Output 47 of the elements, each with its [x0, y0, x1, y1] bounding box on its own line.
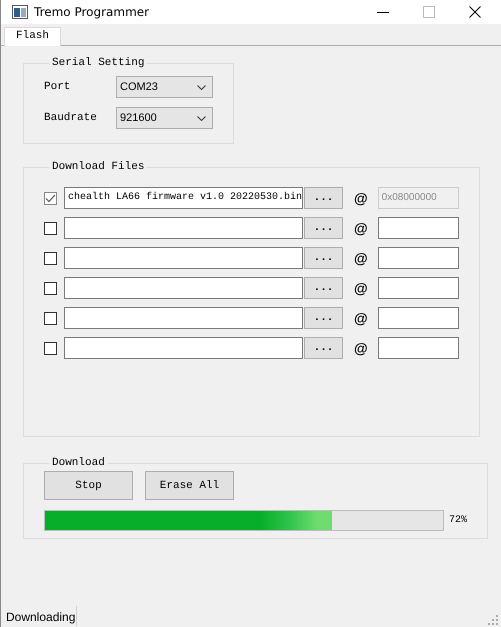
field-label: Port [44, 81, 72, 93]
action-button[interactable]: Stop [44, 471, 133, 500]
action-button[interactable]: Erase All [145, 471, 234, 500]
file-path-field[interactable] [64, 247, 303, 269]
group-title: Download Files [51, 161, 146, 173]
browse-button[interactable]: ... [304, 337, 343, 359]
file-path-field[interactable] [64, 307, 303, 329]
address-field[interactable] [378, 247, 459, 269]
browse-button[interactable]: ... [304, 187, 343, 209]
checkbox[interactable] [44, 192, 57, 204]
at-sign: @ [354, 340, 368, 356]
address-field[interactable] [378, 337, 459, 359]
progress-percent: 72% [449, 515, 468, 526]
dropdown[interactable]: 921600 [116, 107, 213, 129]
chevron-down-icon [197, 116, 206, 120]
tab[interactable]: Flash [4, 27, 62, 46]
group-title: Serial Setting [51, 57, 146, 69]
window-title: Tremo Programmer [34, 5, 150, 19]
app-icon [12, 5, 28, 19]
browse-button[interactable]: ... [304, 277, 343, 299]
address-field[interactable] [378, 217, 459, 239]
checkbox[interactable] [44, 342, 57, 354]
checkbox[interactable] [44, 282, 57, 294]
file-path-field[interactable] [64, 337, 303, 359]
close-icon[interactable] [469, 6, 481, 18]
browse-button[interactable]: ... [304, 307, 343, 329]
chevron-down-icon [197, 84, 206, 90]
resize-grip-icon[interactable] [488, 615, 498, 625]
checkbox[interactable] [44, 222, 57, 234]
file-path-field[interactable] [64, 217, 303, 239]
group-title: Download [51, 457, 106, 469]
file-path-field[interactable] [64, 277, 303, 299]
status-text: Downloading [1, 606, 78, 626]
at-sign: @ [354, 220, 368, 236]
at-sign: @ [354, 250, 368, 266]
address-field[interactable] [378, 277, 459, 299]
dropdown[interactable]: COM23 [116, 76, 213, 98]
checkbox[interactable] [44, 252, 57, 264]
address-field[interactable] [378, 307, 459, 329]
at-sign: @ [354, 190, 368, 206]
checkbox[interactable] [44, 312, 57, 324]
field-label: Baudrate [44, 112, 98, 124]
at-sign: @ [354, 280, 368, 296]
at-sign: @ [354, 310, 368, 326]
browse-button[interactable]: ... [304, 247, 343, 269]
file-path-field[interactable]: chealth LA66 firmware v1.0 20220530.bin [64, 187, 303, 209]
browse-button[interactable]: ... [304, 217, 343, 239]
